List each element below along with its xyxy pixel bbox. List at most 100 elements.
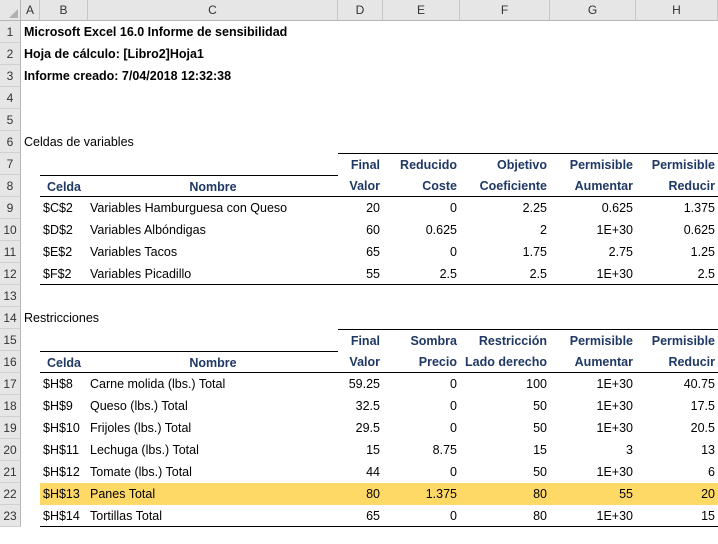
spreadsheet-grid[interactable]: ABCDEFGH 1 2 3 4 5 6 7 8 9 10 11 12 13 14 15 16 17 18 19 20…	[0, 0, 718, 544]
variables-head1-6[interactable]: Permisible	[636, 153, 718, 175]
variables-row-3-col-1[interactable]: Variables Picadillo	[88, 263, 338, 285]
variables-row-3-col-6[interactable]: 2.5	[636, 263, 718, 285]
report-sheet[interactable]: Hoja de cálculo: [Libro2]Hoja1	[21, 43, 718, 65]
constraints-head2-3[interactable]: Precio	[383, 351, 460, 373]
variables-row-1-col-5[interactable]: 1E+30	[550, 219, 636, 241]
constraints-row-1-col-5[interactable]: 1E+30	[550, 395, 636, 417]
variables-head1-4[interactable]: Objetivo	[460, 153, 550, 175]
variables-row-1-col-2[interactable]: 60	[338, 219, 383, 241]
constraints-row-1-col-3[interactable]: 0	[383, 395, 460, 417]
constraints-row-6-col-3[interactable]: 0	[383, 505, 460, 527]
column-header-a[interactable]: A	[21, 0, 40, 21]
variables-row-0-col-5[interactable]: 0.625	[550, 197, 636, 219]
constraints-row-6-col-2[interactable]: 65	[338, 505, 383, 527]
row-header-13[interactable]: 13	[0, 285, 21, 307]
constraints-row-3-col-0[interactable]: $H$11	[40, 439, 88, 461]
constraints-row-4-col-1[interactable]: Tomate (lbs.) Total	[88, 461, 338, 483]
column-header-d[interactable]: D	[338, 0, 383, 21]
constraints-head2-5[interactable]: Aumentar	[550, 351, 636, 373]
variables-head1-5[interactable]: Permisible	[550, 153, 636, 175]
variables-head2-4[interactable]: Coeficiente	[460, 175, 550, 197]
constraints-row-4-col-3[interactable]: 0	[383, 461, 460, 483]
column-header-b[interactable]: B	[40, 0, 88, 21]
row-header-19[interactable]: 19	[0, 417, 21, 439]
constraints-row-1-col-6[interactable]: 17.5	[636, 395, 718, 417]
constraints-row-1-col-4[interactable]: 50	[460, 395, 550, 417]
row-header-15[interactable]: 15	[0, 329, 21, 351]
row-header-9[interactable]: 9	[0, 197, 21, 219]
constraints-row-0-col-2[interactable]: 59.25	[338, 373, 383, 395]
variables-row-0-col-0[interactable]: $C$2	[40, 197, 88, 219]
constraints-row-6-col-4[interactable]: 80	[460, 505, 550, 527]
variables-head2-5[interactable]: Aumentar	[550, 175, 636, 197]
constraints-row-3-col-2[interactable]: 15	[338, 439, 383, 461]
constraints-head2-6[interactable]: Reducir	[636, 351, 718, 373]
variables-head2-2[interactable]: Valor	[338, 175, 383, 197]
column-header-f[interactable]: F	[460, 0, 550, 21]
constraints-row-0-col-3[interactable]: 0	[383, 373, 460, 395]
constraints-row-1-col-0[interactable]: $H$9	[40, 395, 88, 417]
constraints-row-5-col-3[interactable]: 1.375	[383, 483, 460, 505]
variables-row-2-col-4[interactable]: 1.75	[460, 241, 550, 263]
variables-row-3-col-3[interactable]: 2.5	[383, 263, 460, 285]
variables-head2-1[interactable]: Nombre	[88, 175, 338, 197]
column-header-c[interactable]: C	[88, 0, 338, 21]
variables-row-0-col-3[interactable]: 0	[383, 197, 460, 219]
variables-row-2-col-6[interactable]: 1.25	[636, 241, 718, 263]
report-created[interactable]: Informe creado: 7/04/2018 12:32:38	[21, 65, 718, 87]
select-all-corner[interactable]	[0, 0, 21, 21]
constraints-head2-0[interactable]: Celda	[40, 351, 88, 373]
constraints-row-3-col-5[interactable]: 3	[550, 439, 636, 461]
constraints-section-title[interactable]: Restricciones	[21, 307, 718, 329]
variables-row-3-col-4[interactable]: 2.5	[460, 263, 550, 285]
variables-head2-6[interactable]: Reducir	[636, 175, 718, 197]
variables-row-2-col-1[interactable]: Variables Tacos	[88, 241, 338, 263]
constraints-row-4-col-5[interactable]: 1E+30	[550, 461, 636, 483]
row-header-17[interactable]: 17	[0, 373, 21, 395]
row-header-8[interactable]: 8	[0, 175, 21, 197]
row-header-23[interactable]: 23	[0, 505, 21, 527]
variables-head2-0[interactable]: Celda	[40, 175, 88, 197]
column-header-g[interactable]: G	[550, 0, 636, 21]
constraints-head1-3[interactable]: Sombra	[383, 329, 460, 351]
constraints-row-4-col-6[interactable]: 6	[636, 461, 718, 483]
row-header-1[interactable]: 1	[0, 21, 21, 43]
constraints-row-3-col-6[interactable]: 13	[636, 439, 718, 461]
variables-row-1-col-6[interactable]: 0.625	[636, 219, 718, 241]
row-header-4[interactable]: 4	[0, 87, 21, 109]
column-header-e[interactable]: E	[383, 0, 460, 21]
constraints-row-4-col-4[interactable]: 50	[460, 461, 550, 483]
row-header-10[interactable]: 10	[0, 219, 21, 241]
constraints-head1-5[interactable]: Permisible	[550, 329, 636, 351]
row-header-14[interactable]: 14	[0, 307, 21, 329]
constraints-row-2-col-4[interactable]: 50	[460, 417, 550, 439]
constraints-row-2-col-1[interactable]: Frijoles (lbs.) Total	[88, 417, 338, 439]
row-header-21[interactable]: 21	[0, 461, 21, 483]
constraints-row-5-col-1[interactable]: Panes Total	[88, 483, 338, 505]
constraints-row-6-col-6[interactable]: 15	[636, 505, 718, 527]
constraints-head1-2[interactable]: Final	[338, 329, 383, 351]
constraints-row-0-col-6[interactable]: 40.75	[636, 373, 718, 395]
variables-row-3-col-5[interactable]: 1E+30	[550, 263, 636, 285]
row-header-20[interactable]: 20	[0, 439, 21, 461]
variables-row-1-col-0[interactable]: $D$2	[40, 219, 88, 241]
constraints-row-5-col-2[interactable]: 80	[338, 483, 383, 505]
variables-head2-3[interactable]: Coste	[383, 175, 460, 197]
variables-section-title[interactable]: Celdas de variables	[21, 131, 718, 153]
constraints-row-3-col-4[interactable]: 15	[460, 439, 550, 461]
row-header-7[interactable]: 7	[0, 153, 21, 175]
variables-row-0-col-4[interactable]: 2.25	[460, 197, 550, 219]
constraints-row-6-col-1[interactable]: Tortillas Total	[88, 505, 338, 527]
constraints-head2-4[interactable]: Lado derecho	[460, 351, 550, 373]
row-header-5[interactable]: 5	[0, 109, 21, 131]
row-header-2[interactable]: 2	[0, 43, 21, 65]
variables-row-0-col-6[interactable]: 1.375	[636, 197, 718, 219]
constraints-row-0-col-4[interactable]: 100	[460, 373, 550, 395]
constraints-head1-6[interactable]: Permisible	[636, 329, 718, 351]
variables-row-2-col-3[interactable]: 0	[383, 241, 460, 263]
constraints-row-5-col-4[interactable]: 80	[460, 483, 550, 505]
constraints-row-5-col-6[interactable]: 20	[636, 483, 718, 505]
row-header-16[interactable]: 16	[0, 351, 21, 373]
constraints-row-1-col-1[interactable]: Queso (lbs.) Total	[88, 395, 338, 417]
constraints-row-2-col-2[interactable]: 29.5	[338, 417, 383, 439]
